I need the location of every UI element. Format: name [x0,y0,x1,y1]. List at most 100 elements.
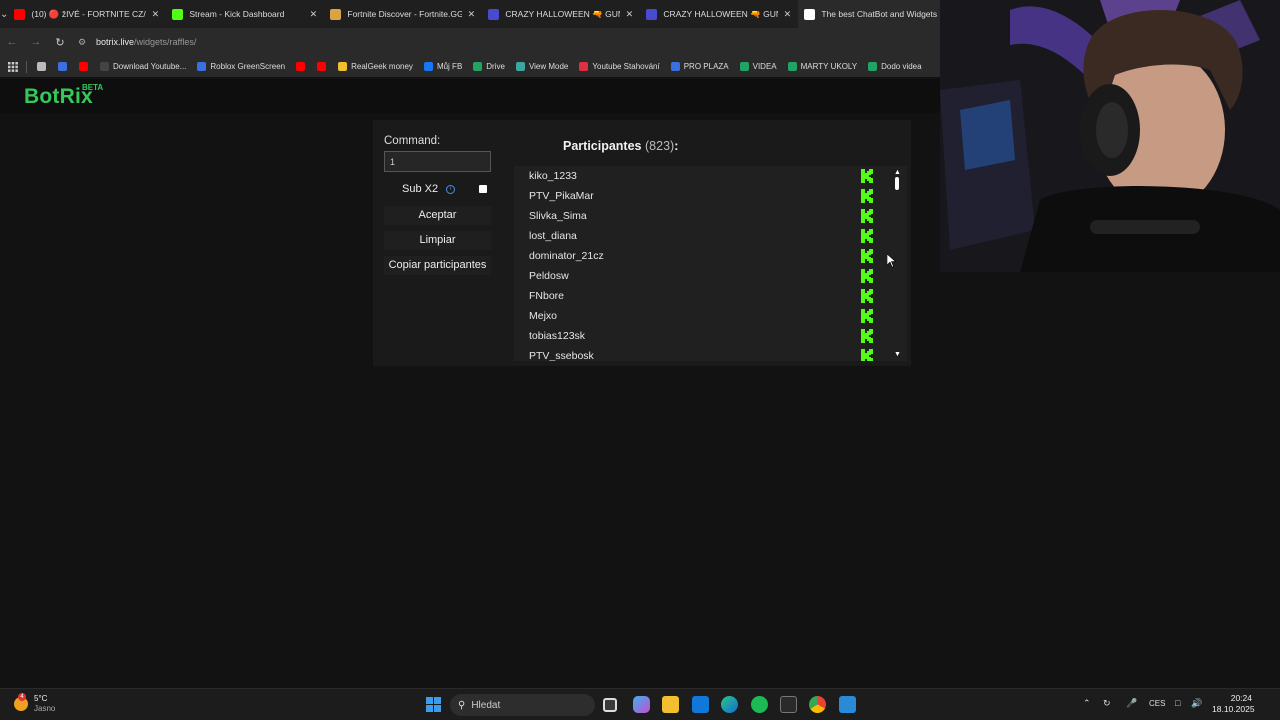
bookmark-item[interactable] [37,62,50,71]
command-input[interactable] [384,151,491,172]
bookmark-item[interactable]: View Mode [515,62,568,71]
forward-icon[interactable]: → [24,36,48,48]
browser-tab[interactable]: CRAZY HALLOWEEN 🔫 GUN GAME ✕ [482,0,640,28]
facebook-icon [423,62,433,71]
browser-tab[interactable]: Stream - Kick Dashboard ✕ [166,0,324,28]
kick-icon [861,329,873,343]
roblox-icon [58,62,67,71]
site-info-icon[interactable]: ⚙ [78,37,90,48]
download-icon [579,62,589,71]
windows-start-icon[interactable] [426,697,441,712]
bookmark-item[interactable]: Youtube Stahování [579,62,660,71]
close-tab-icon[interactable]: ✕ [466,9,476,20]
participant-name: FNbore [529,290,565,302]
bookmark-item[interactable] [317,62,330,71]
clear-button[interactable]: Limpiar [384,231,491,250]
participant-name: Mejxo [529,310,558,322]
tray-overflow-icon[interactable]: ⌃ [1083,698,1091,709]
file-explorer-icon[interactable] [662,696,679,713]
participant-name: Slivka_Sima [529,210,587,222]
kick-icon [861,209,873,223]
kick-icon [861,269,873,283]
participants-list[interactable]: kiko_1233 PTV_PikaMar Slivka_Sima lost_dian… [514,166,907,361]
fortnite-app-icon[interactable] [839,696,856,713]
scrollbar-thumb[interactable] [895,177,899,190]
participant-row: PTV_ssebosk [514,346,907,361]
bookmarks-divider [26,60,27,73]
close-tab-icon[interactable]: ✕ [308,9,318,20]
participants-colon: : [674,139,679,153]
botrix-icon [804,8,816,20]
outlook-icon[interactable] [692,696,709,713]
fortnite-icon [646,8,658,20]
volume-icon[interactable]: 🔊 [1191,698,1202,709]
url-field[interactable]: ⚙ botrix.live/widgets/raffles/ [78,32,940,52]
close-tab-icon[interactable]: ✕ [782,9,792,20]
bookmark-label: Download Youtube... [113,62,187,71]
taskbar-search-placeholder: Hledat [471,699,501,711]
sync-icon[interactable]: ↻ [1103,698,1111,709]
bookmark-item[interactable]: Drive [473,62,505,71]
tab-title: (10) 🔴 žIVÉ - FORTNITE CZ/SK [31,8,147,19]
weather-widget[interactable]: 5°C Jasno [14,693,56,714]
kick-icon [861,189,873,203]
bookmark-item[interactable]: RealGeek money [338,62,413,71]
close-tab-icon[interactable]: ✕ [150,9,160,20]
close-tab-icon[interactable]: ✕ [624,9,634,20]
back-icon[interactable]: ← [0,36,24,48]
bookmark-label: Dodo videa [881,62,922,71]
sheets-icon [787,62,797,71]
network-icon[interactable]: □ [1175,698,1180,708]
bookmark-item[interactable] [58,62,71,71]
apps-grid-icon[interactable] [8,61,18,72]
bookmark-item[interactable]: Download Youtube... [100,62,186,71]
participant-row: dominator_21cz [514,246,907,266]
tab-search-icon[interactable]: ⌄ [0,0,8,28]
browser-tab[interactable]: The best ChatBot and Widgets [798,0,957,28]
sub-x2-checkbox[interactable] [479,185,487,193]
language-indicator[interactable]: CES [1149,699,1165,708]
info-icon[interactable]: i [446,184,456,194]
url-path: /widgets/raffles/ [134,37,197,47]
webcam-overlay [940,0,1280,272]
copilot-icon[interactable] [633,696,650,713]
kick-icon [861,349,873,361]
taskbar-search[interactable]: ⚲ Hledat [450,694,595,716]
bookmark-item[interactable]: MARTY UKOLY [787,62,857,71]
participant-row: Mejxo [514,306,907,326]
browser-tab[interactable]: CRAZY HALLOWEEN 🔫 GUN GAME ✕ [640,0,798,28]
browser-tab-bar: ⌄ (10) 🔴 žIVÉ - FORTNITE CZ/SK ✕ Stream - … [0,0,957,28]
kick-icon [861,309,873,323]
task-view-icon[interactable] [603,698,617,712]
chrome-icon[interactable] [809,696,826,713]
browser-tab[interactable]: (10) 🔴 žIVÉ - FORTNITE CZ/SK ✕ [8,0,166,28]
tab-title: The best ChatBot and Widgets [821,9,938,19]
bookmark-item[interactable]: Můj FB [423,62,463,71]
chrome-icon [37,62,46,71]
system-clock[interactable]: 20:24 18.10.2025 [1212,693,1255,715]
bookmark-item[interactable]: PRO PLAZA [670,62,729,71]
bookmark-label: PRO PLAZA [683,62,729,71]
reload-icon[interactable]: ↻ [48,36,72,49]
bookmark-item[interactable] [79,62,92,71]
participant-row: Slivka_Sima [514,206,907,226]
copy-participants-button[interactable]: Copiar participantes [384,256,491,275]
bookmark-item[interactable] [296,62,309,71]
site-header: BotRix BETA [0,79,940,113]
youtube-icon [79,62,88,71]
beta-badge: BETA [82,83,104,92]
scroll-up-arrow-icon[interactable]: ▲ [894,169,901,176]
terminal-icon[interactable] [780,696,797,713]
microphone-icon[interactable]: 🎤 [1126,698,1137,709]
spotify-icon[interactable] [751,696,768,713]
bookmark-item[interactable]: Dodo videa [868,62,922,71]
bookmark-item[interactable]: Roblox GreenScreen [197,62,285,71]
bookmark-label: Můj FB [436,62,463,71]
accept-button[interactable]: Aceptar [384,206,491,225]
bookmark-item[interactable]: VIDEA [739,62,777,71]
weather-description: Jasno [34,704,56,713]
browser-tab[interactable]: Fortnite Discover - Fortnite.GG ✕ [324,0,482,28]
edge-icon[interactable] [721,696,738,713]
participant-row: tobias123sk [514,326,907,346]
scroll-down-arrow-icon[interactable]: ▼ [894,351,901,358]
